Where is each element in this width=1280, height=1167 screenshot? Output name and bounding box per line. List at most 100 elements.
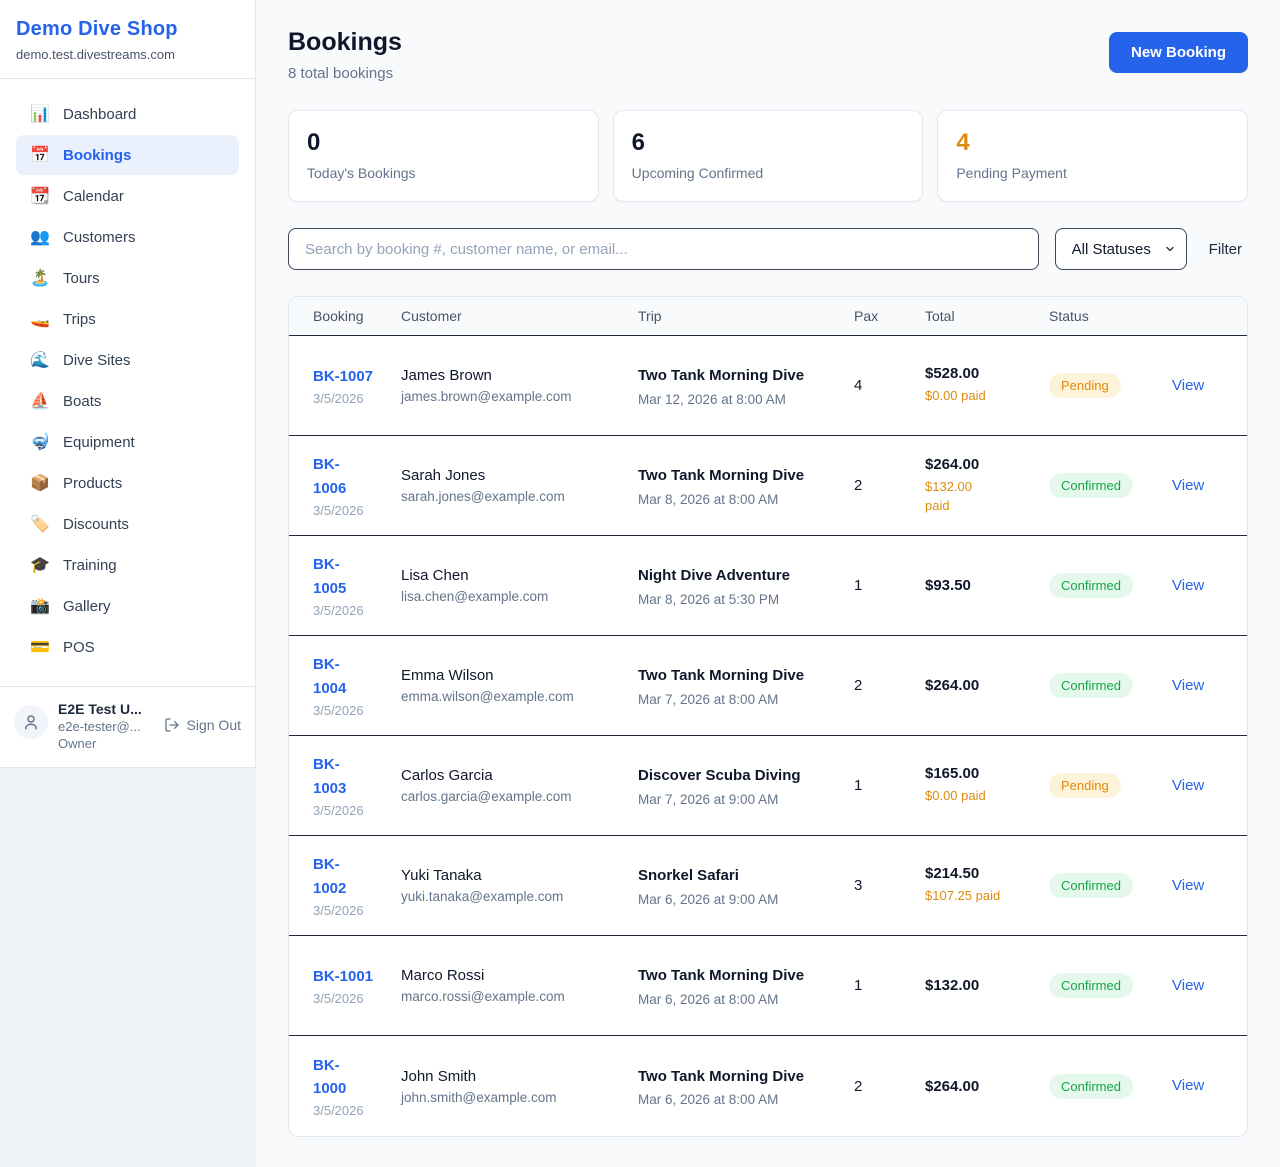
sidebar-item-label: Products [63,475,122,492]
page-title: Bookings [288,28,402,57]
sidebar-item-customers[interactable]: 👥 Customers [16,217,239,257]
sailboat-icon: ⛵ [30,391,50,411]
sidebar-item-tours[interactable]: 🏝️ Tours [16,258,239,298]
paid-amount: $0.00 paid [925,386,1005,406]
sidebar-item-trips[interactable]: 🚤 Trips [16,299,239,339]
sidebar-header: Demo Dive Shop demo.test.divestreams.com [0,0,255,79]
total-amount: $264.00 [925,677,1039,694]
booking-id-link[interactable]: BK- 1006 [313,453,346,500]
sidebar-item-gallery[interactable]: 📸 Gallery [16,586,239,626]
status-filter-select[interactable]: All Statuses [1055,228,1187,270]
main-content: Bookings 8 total bookings New Booking 0 … [256,0,1280,1167]
sidebar-item-label: Boats [63,393,101,410]
total-amount: $214.50 [925,865,1039,882]
avatar [14,705,48,739]
sidebar-item-boats[interactable]: ⛵ Boats [16,381,239,421]
total-amount: $93.50 [925,577,1039,594]
new-booking-button[interactable]: New Booking [1109,32,1248,73]
sidebar-item-equipment[interactable]: 🤿 Equipment [16,422,239,462]
column-header-customer: Customer [401,297,638,335]
total-amount: $264.00 [925,1078,1039,1095]
pax-count: 4 [854,361,925,410]
view-link[interactable]: View [1172,1077,1204,1094]
sidebar-item-training[interactable]: 🎓 Training [16,545,239,585]
stat-card-todays-bookings: 0 Today's Bookings [288,110,599,202]
user-email: e2e-tester@... [58,719,154,734]
stat-value: 6 [632,129,905,157]
booking-id-link[interactable]: BK-1007 [313,365,373,388]
total-amount: $165.00 [925,765,1039,782]
status-badge: Pending [1049,373,1121,398]
sign-out-label: Sign Out [187,717,241,733]
sidebar-item-dashboard[interactable]: 📊 Dashboard [16,94,239,134]
paid-amount: $107.25 paid [925,886,1005,906]
customer-email: lisa.chen@example.com [401,589,628,604]
view-link[interactable]: View [1172,777,1204,794]
booking-date: 3/5/2026 [313,391,391,406]
filter-button[interactable]: Filter [1203,233,1248,266]
sidebar-item-discounts[interactable]: 🏷️ Discounts [16,504,239,544]
search-input[interactable] [288,228,1039,270]
booking-date: 3/5/2026 [313,803,391,818]
customer-name: Carlos Garcia [401,767,628,784]
table-row: BK- 1006 3/5/2026 Sarah Jones sarah.jone… [289,436,1247,536]
credit-card-icon: 💳 [30,637,50,657]
pax-count: 2 [854,461,925,510]
booking-id-link[interactable]: BK- 1002 [313,853,346,900]
user-name: E2E Test U... [58,701,154,717]
view-link[interactable]: View [1172,377,1204,394]
sidebar-item-label: Tours [63,270,100,287]
sidebar-item-calendar[interactable]: 📆 Calendar [16,176,239,216]
table-row: BK-1001 3/5/2026 Marco Rossi marco.rossi… [289,936,1247,1036]
sidebar-item-dive-sites[interactable]: 🌊 Dive Sites [16,340,239,380]
booking-date: 3/5/2026 [313,991,391,1006]
view-link[interactable]: View [1172,677,1204,694]
filter-row: All Statuses Filter [288,228,1248,270]
customer-name: Yuki Tanaka [401,867,628,884]
booking-id-link[interactable]: BK- 1003 [313,753,346,800]
sidebar-item-label: Calendar [63,188,124,205]
paid-amount: $0.00 paid [925,786,1005,806]
sidebar-item-label: Trips [63,311,96,328]
diving-mask-icon: 🤿 [30,432,50,452]
trip-datetime: Mar 7, 2026 at 9:00 AM [638,792,844,807]
sidebar-item-products[interactable]: 📦 Products [16,463,239,503]
customer-email: sarah.jones@example.com [401,489,628,504]
status-filter-wrap: All Statuses [1055,228,1187,270]
sidebar-item-bookings[interactable]: 📅 Bookings [16,135,239,175]
stat-value: 0 [307,129,580,157]
sidebar-item-pos[interactable]: 💳 POS [16,627,239,667]
status-badge: Confirmed [1049,573,1133,598]
table-row: BK- 1005 3/5/2026 Lisa Chen lisa.chen@ex… [289,536,1247,636]
person-icon [22,713,40,731]
status-badge: Pending [1049,773,1121,798]
booking-date: 3/5/2026 [313,1103,391,1118]
booking-id-link[interactable]: BK-1001 [313,965,373,988]
sidebar-item-label: Training [63,557,117,574]
view-link[interactable]: View [1172,477,1204,494]
booking-id-link[interactable]: BK- 1000 [313,1054,346,1101]
package-icon: 📦 [30,473,50,493]
sidebar-item-label: POS [63,639,95,656]
column-header-trip: Trip [638,297,854,335]
stat-value: 4 [956,129,1229,157]
calendar-icon: 📅 [30,145,50,165]
trip-name: Discover Scuba Diving [638,764,806,787]
view-link[interactable]: View [1172,877,1204,894]
user-role: Owner [58,736,154,751]
sign-out-button[interactable]: Sign Out [164,717,241,733]
view-link[interactable]: View [1172,577,1204,594]
pax-count: 3 [854,861,925,910]
customer-email: emma.wilson@example.com [401,689,628,704]
pax-count: 1 [854,961,925,1010]
stat-card-upcoming-confirmed: 6 Upcoming Confirmed [613,110,924,202]
customer-name: Lisa Chen [401,567,628,584]
view-link[interactable]: View [1172,977,1204,994]
customer-email: james.brown@example.com [401,389,628,404]
total-bookings-count: 8 total bookings [288,65,402,82]
sidebar-item-label: Equipment [63,434,135,451]
trip-datetime: Mar 6, 2026 at 8:00 AM [638,992,844,1007]
bar-chart-icon: 📊 [30,104,50,124]
booking-id-link[interactable]: BK- 1005 [313,553,346,600]
booking-id-link[interactable]: BK- 1004 [313,653,346,700]
